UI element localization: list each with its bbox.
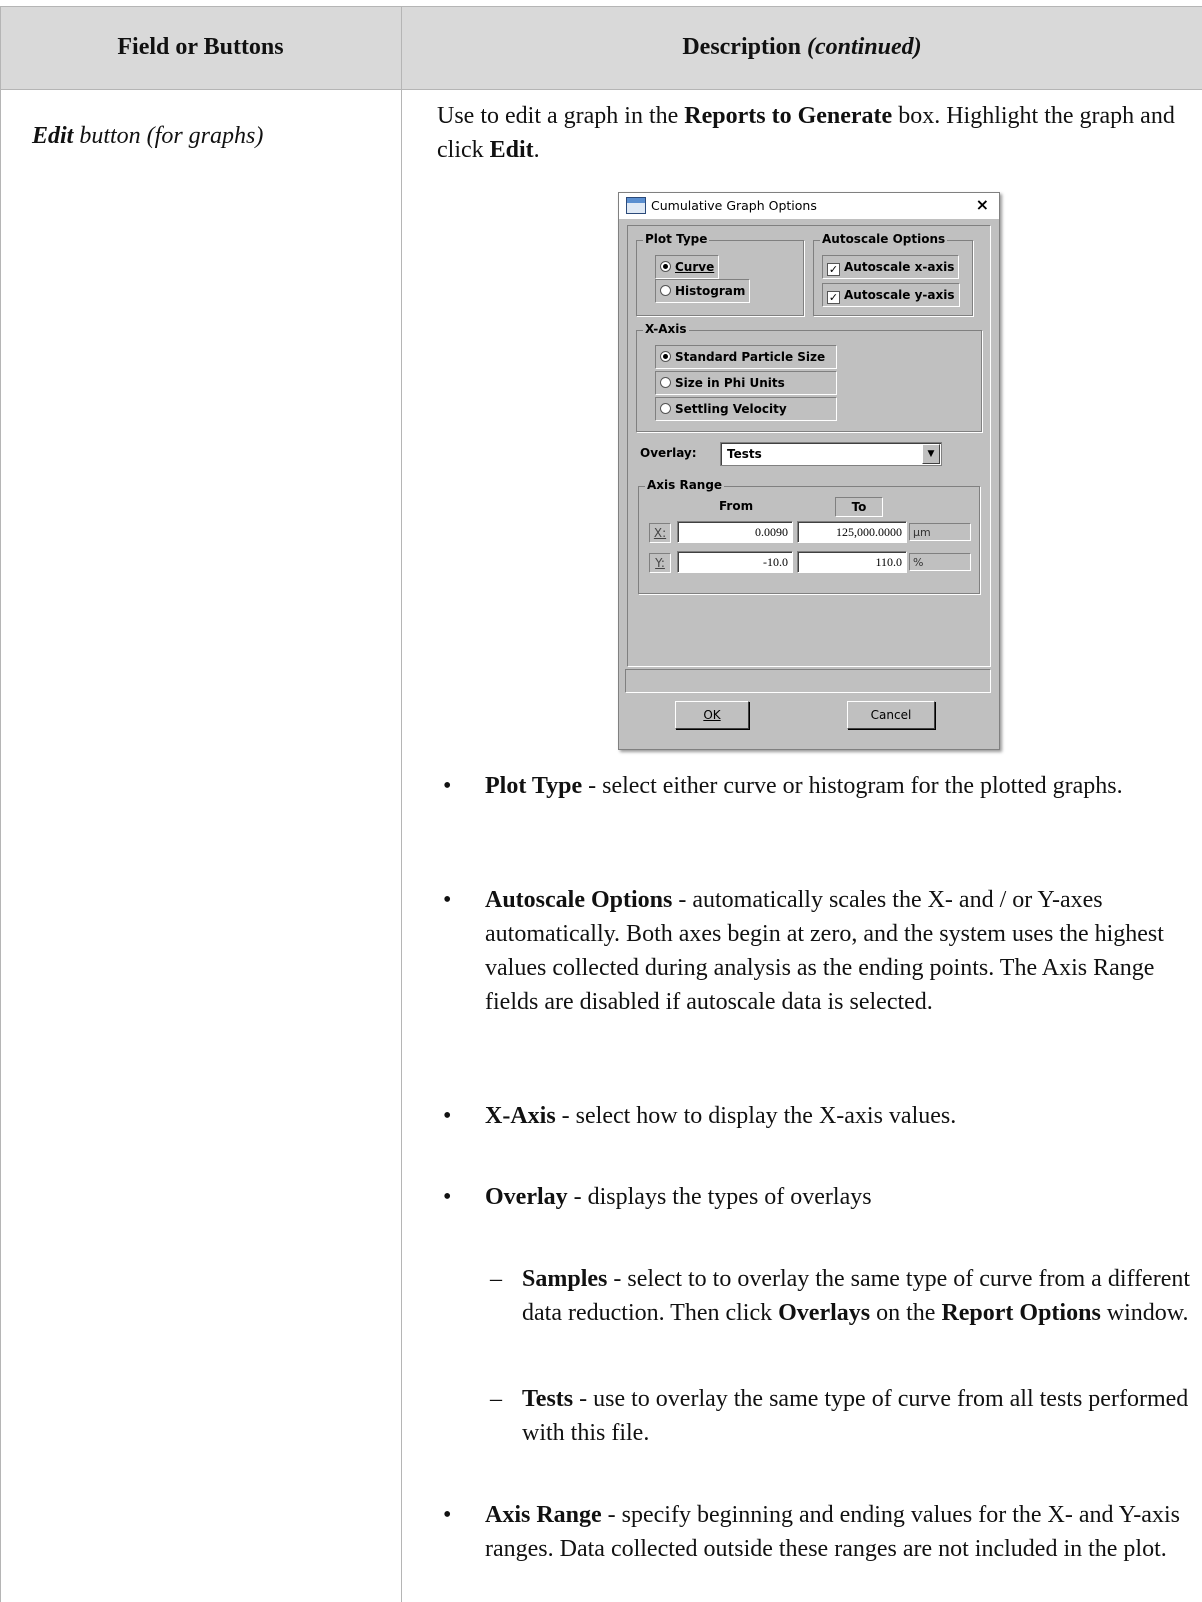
chevron-down-icon[interactable]: ▼ [922,444,940,464]
cancel-button[interactable]: Cancel [847,701,935,729]
checkmark-icon: ✓ [827,291,840,304]
radio-settling-velocity[interactable]: Settling Velocity [655,397,837,421]
table-column-divider [401,6,402,1602]
overlay-dropdown[interactable]: Tests ▼ [720,442,942,466]
list-item-plot-type: • Plot Type - select either curve or his… [437,769,1192,803]
overlay-value: Tests [727,447,762,461]
radio-size-in-phi-units[interactable]: Size in Phi Units [655,371,837,395]
y-unit-label: % [909,553,971,571]
bullet-icon: • [443,1184,452,1210]
table-border-left [0,6,1,1602]
list-item-axis-range: • Axis Range - specify beginning and end… [437,1498,1192,1566]
ok-button[interactable]: OK [675,701,749,729]
radio-selected-icon [660,261,671,272]
dialog-title-bar: Cumulative Graph Options × [619,193,999,219]
y-from-input[interactable]: -10.0 [677,551,793,573]
field-edit-button-for-graphs: Edit button (for graphs) [32,123,264,149]
autoscale-options-label: Autoscale Options [820,232,948,246]
window-icon [626,197,646,214]
list-item-autoscale-options: • Autoscale Options - automatically scal… [437,883,1192,1019]
bullet-icon: • [443,887,452,913]
radio-empty-icon [660,285,671,296]
list-item-overlay: • Overlay - displays the types of overla… [437,1180,1192,1214]
checkmark-icon: ✓ [827,263,840,276]
bullet-icon: • [443,773,452,799]
description-intro: Use to edit a graph in the Reports to Ge… [437,103,1175,163]
radio-histogram[interactable]: Histogram [655,279,751,303]
x-from-input[interactable]: 0.0090 [677,521,793,543]
from-label: From [719,499,754,513]
header-description: Description (continued) [682,33,922,60]
radio-curve[interactable]: Curve [655,255,720,279]
plot-type-group: Plot Type Curve Histogram [636,232,804,316]
plot-type-label: Plot Type [643,232,710,246]
radio-empty-icon [660,403,671,414]
close-icon[interactable]: × [976,195,989,214]
dash-icon: – [490,1386,502,1412]
x-range-label: X: [649,523,671,543]
y-to-input[interactable]: 110.0 [797,551,907,573]
bullet-icon: • [443,1502,452,1528]
x-axis-label: X-Axis [643,322,689,336]
radio-standard-particle-size[interactable]: Standard Particle Size [655,345,837,369]
list-item-x-axis: • X-Axis - select how to display the X-a… [437,1099,1192,1133]
cumulative-graph-options-dialog: Cumulative Graph Options × Plot Type Cur… [618,192,1000,750]
checkbox-autoscale-y[interactable]: ✓ Autoscale y-axis [822,283,960,307]
bullet-icon: • [443,1103,452,1129]
status-bar [625,669,991,693]
radio-selected-icon [660,351,671,362]
autoscale-options-group: Autoscale Options ✓ Autoscale x-axis ✓ Aut… [813,232,973,316]
overlay-label: Overlay: [640,446,697,460]
x-axis-group: X-Axis Standard Particle Size Size in Ph… [636,322,982,432]
axis-range-label: Axis Range [645,478,725,492]
x-unit-label: µm [909,523,971,541]
to-label: To [835,497,883,517]
dash-icon: – [490,1266,502,1292]
list-item-tests: – Tests - use to overlay the same type o… [437,1382,1192,1450]
radio-empty-icon [660,377,671,388]
axis-range-group: Axis Range From To X: 0.0090 125,000.000… [638,478,980,594]
dialog-body: Plot Type Curve Histogram Autoscale Opti… [627,225,991,667]
dialog-title: Cumulative Graph Options [651,198,817,213]
checkbox-autoscale-x[interactable]: ✓ Autoscale x-axis [822,255,960,279]
y-range-label: Y: [649,553,671,573]
x-to-input[interactable]: 125,000.0000 [797,521,907,543]
header-field-or-buttons: Field or Buttons [117,33,284,60]
list-item-samples: – Samples - select to to overlay the sam… [437,1262,1192,1330]
